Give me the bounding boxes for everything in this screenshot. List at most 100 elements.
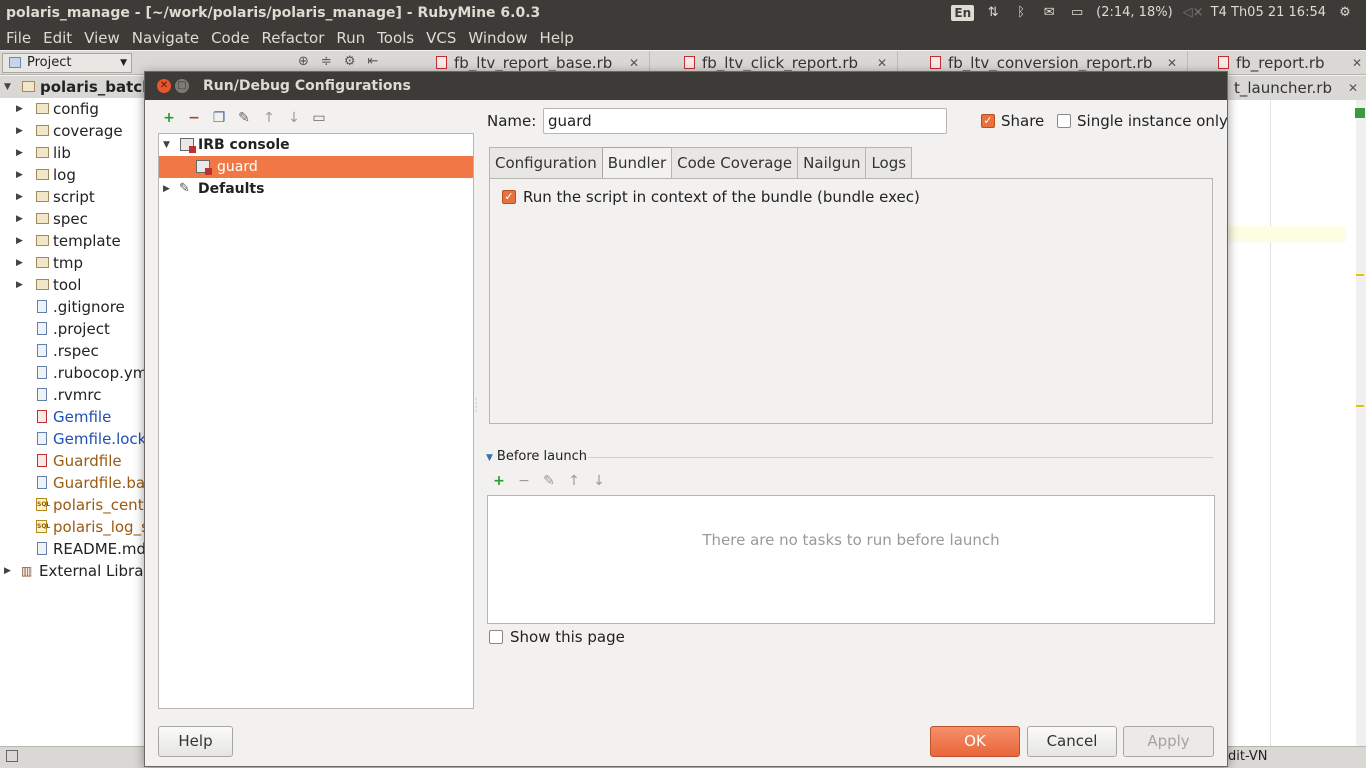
show-page-checkbox[interactable] xyxy=(489,630,503,644)
edit-icon[interactable]: ✎ xyxy=(541,473,557,489)
menu-tools[interactable]: Tools xyxy=(371,29,420,47)
inspection-ok-icon[interactable] xyxy=(1355,108,1365,118)
project-tree: ▼ polaris_batch ▶ config ▶ coverage ▶ lib ▶… xyxy=(0,76,146,746)
volume-muted-icon[interactable]: ◁× xyxy=(1183,5,1204,20)
tab-configuration[interactable]: Configuration xyxy=(489,147,603,178)
close-icon[interactable]: ✕ xyxy=(1352,51,1362,75)
tree-folder-label: coverage xyxy=(53,122,123,140)
move-up-icon[interactable]: ↑ xyxy=(261,110,277,126)
before-launch-task-list[interactable]: There are no tasks to run before launch xyxy=(487,495,1215,624)
close-icon[interactable]: ✕ xyxy=(1348,76,1358,100)
expand-arrow-icon[interactable]: ▶ xyxy=(16,98,26,120)
folder-icon xyxy=(36,257,49,268)
tree-node-guard[interactable]: guard xyxy=(159,156,473,178)
battery-icon[interactable]: ▭ xyxy=(1068,5,1086,20)
move-down-icon[interactable]: ↓ xyxy=(591,473,607,489)
bundle-exec-checkbox[interactable]: ✓ xyxy=(502,190,516,204)
editor-scrollbar[interactable] xyxy=(1356,100,1366,746)
collapse-icon[interactable]: ≑ xyxy=(321,54,332,69)
tree-node-defaults[interactable]: ▶ ✎ Defaults xyxy=(159,178,473,200)
collapse-arrow-icon[interactable]: ▼ xyxy=(4,76,14,98)
settings-gear-icon[interactable]: ⚙ xyxy=(344,54,356,69)
tab-code-coverage[interactable]: Code Coverage xyxy=(671,147,799,178)
menu-edit[interactable]: Edit xyxy=(37,29,78,47)
expand-arrow-icon[interactable]: ▶ xyxy=(16,164,26,186)
close-icon[interactable]: ✕ xyxy=(157,79,171,93)
editor-area[interactable] xyxy=(1228,100,1366,746)
copy-icon[interactable]: ❐ xyxy=(211,110,227,126)
tree-node-irb-console[interactable]: ▼ IRB console xyxy=(159,134,473,156)
menu-help[interactable]: Help xyxy=(534,29,580,47)
menu-code[interactable]: Code xyxy=(205,29,255,47)
menu-vcs[interactable]: VCS xyxy=(420,29,462,47)
power-gear-icon[interactable]: ⚙ xyxy=(1336,5,1354,20)
menu-refactor[interactable]: Refactor xyxy=(255,29,330,47)
expand-arrow-icon[interactable]: ▶ xyxy=(16,142,26,164)
target-icon[interactable]: ⊕ xyxy=(298,54,309,69)
tree-file-label: Guardfile xyxy=(53,452,122,470)
editor-gutter-divider xyxy=(1270,100,1271,746)
ok-button[interactable]: OK xyxy=(930,726,1020,757)
bundler-tab-panel: ✓ Run the script in context of the bundl… xyxy=(489,178,1213,424)
menu-window[interactable]: Window xyxy=(462,29,533,47)
single-instance-checkbox[interactable] xyxy=(1057,114,1071,128)
before-launch-label: Before launch xyxy=(496,449,588,464)
clock[interactable]: T4 Th05 21 16:54 xyxy=(1211,5,1326,20)
project-view-selector[interactable]: Project ▼ xyxy=(2,53,132,73)
expand-arrow-icon[interactable]: ▶ xyxy=(16,186,26,208)
warning-marker[interactable] xyxy=(1356,405,1364,407)
expand-arrow-icon[interactable]: ▶ xyxy=(16,120,26,142)
before-launch-header[interactable]: ▼ Before launch xyxy=(486,449,587,464)
collapse-arrow-icon[interactable]: ▼ xyxy=(163,134,170,156)
tab-nailgun[interactable]: Nailgun xyxy=(797,147,867,178)
remove-icon[interactable]: − xyxy=(516,473,532,489)
move-up-icon[interactable]: ↑ xyxy=(566,473,582,489)
apply-button[interactable]: Apply xyxy=(1123,726,1214,757)
tab-bundler[interactable]: Bundler xyxy=(601,147,673,180)
text-file-icon xyxy=(37,476,47,489)
menu-file[interactable]: File xyxy=(0,29,37,47)
network-icon[interactable]: ⇅ xyxy=(984,5,1002,20)
mail-icon[interactable]: ✉ xyxy=(1040,5,1058,20)
text-file-icon xyxy=(37,300,47,313)
splitter-handle[interactable]: · · · · xyxy=(475,396,478,416)
name-input[interactable] xyxy=(543,108,947,134)
expand-arrow-icon[interactable]: ▶ xyxy=(163,178,170,200)
expand-arrow-icon[interactable]: ▶ xyxy=(4,560,14,582)
editor-tab[interactable]: fb_report.rb ✕ xyxy=(1214,51,1366,75)
maximize-icon[interactable]: □ xyxy=(175,79,189,93)
expand-arrow-icon[interactable]: ▶ xyxy=(16,274,26,296)
config-toolbar: + − ❐ ✎ ↑ ↓ ▭ xyxy=(161,110,327,126)
editor-tab-label: fb_ltv_click_report.rb xyxy=(702,54,859,72)
menu-run[interactable]: Run xyxy=(330,29,371,47)
share-checkbox[interactable]: ✓ xyxy=(981,114,995,128)
menu-navigate[interactable]: Navigate xyxy=(126,29,205,47)
edit-defaults-wrench-icon[interactable]: ✎ xyxy=(236,110,252,126)
bluetooth-icon[interactable]: ᛒ xyxy=(1012,5,1030,20)
toggle-tool-window-icon[interactable] xyxy=(6,750,18,762)
expand-arrow-icon[interactable]: ▶ xyxy=(16,208,26,230)
tree-file-label: Guardfile.bak xyxy=(53,474,146,492)
remove-icon[interactable]: − xyxy=(186,110,202,126)
menu-view[interactable]: View xyxy=(78,29,126,47)
editor-tab-second-row[interactable]: t_launcher.rb ✕ xyxy=(1228,76,1366,100)
tree-file-label: .project xyxy=(53,320,110,338)
add-icon[interactable]: + xyxy=(491,473,507,489)
tree-root[interactable]: ▼ polaris_batch xyxy=(0,76,146,98)
cancel-button[interactable]: Cancel xyxy=(1027,726,1117,757)
tab-logs[interactable]: Logs xyxy=(865,147,913,178)
move-down-icon[interactable]: ↓ xyxy=(286,110,302,126)
ruby-file-icon xyxy=(37,454,47,467)
add-icon[interactable]: + xyxy=(161,110,177,126)
folder-icon[interactable]: ▭ xyxy=(311,110,327,126)
keyboard-language-indicator[interactable]: En xyxy=(951,4,975,21)
markdown-file-icon xyxy=(37,542,47,555)
folder-icon xyxy=(36,213,49,224)
hide-panel-icon[interactable]: ⇤ xyxy=(367,54,378,69)
expand-arrow-icon[interactable]: ▶ xyxy=(16,230,26,252)
help-button[interactable]: Help xyxy=(158,726,233,757)
expand-arrow-icon[interactable]: ▶ xyxy=(16,252,26,274)
warning-marker[interactable] xyxy=(1356,274,1364,276)
share-label: Share xyxy=(1001,112,1045,130)
file-encoding[interactable]: dit-VN xyxy=(1228,749,1268,764)
